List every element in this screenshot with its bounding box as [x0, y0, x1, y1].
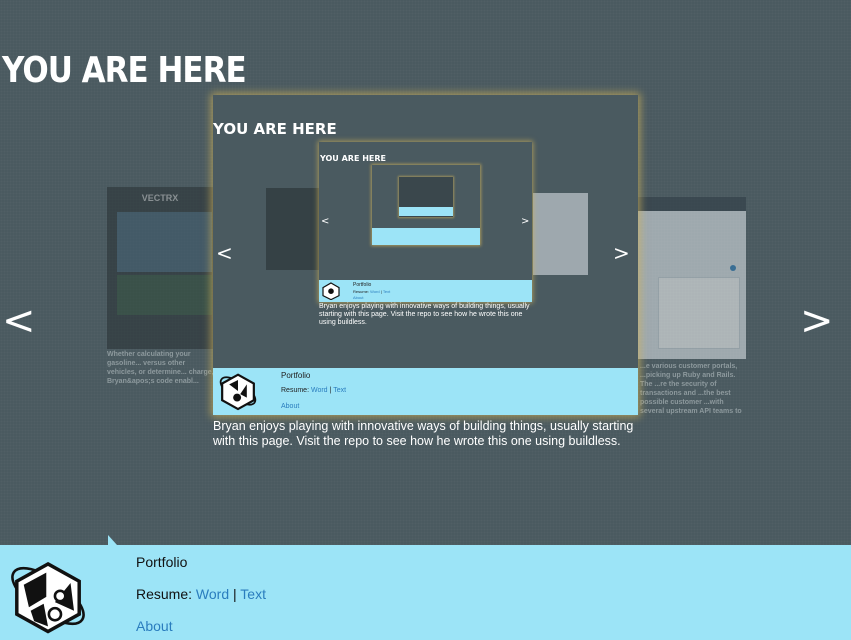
carousel-next-button[interactable]: > — [800, 298, 834, 344]
slide-resume-text-link[interactable]: Text — [333, 387, 346, 394]
nested-portfolio-label: Portfolio — [353, 282, 372, 288]
nested-prev-arrow: < — [321, 216, 330, 227]
slide-resume-word-link[interactable]: Word — [311, 387, 328, 394]
nested-next-arrow: > — [613, 241, 630, 265]
footer-resume-line: Resume: Word | Text — [136, 586, 266, 602]
vectrx-logo: VECTRX — [141, 193, 179, 203]
footer-portfolio-label: Portfolio — [136, 554, 188, 570]
nested-description: Bryan enjoys playing with innovative way… — [319, 303, 530, 326]
nested-next-arrow: > — [521, 216, 530, 227]
nested-title: YOU ARE HERE — [320, 154, 386, 163]
nested-footer: Portfolio Resume: Word | Text About — [319, 280, 532, 302]
nested-slide-level-2 — [372, 165, 480, 245]
nested-resume-line: Resume: Word | Text — [353, 289, 391, 294]
nested-prev-arrow: < — [216, 241, 233, 265]
slide-portfolio-label: Portfolio — [281, 371, 311, 380]
nested-prev-thumbnail — [266, 188, 321, 270]
slide-resume-line: Resume: Word | Text — [281, 387, 347, 394]
slide-topbar — [638, 197, 746, 211]
page-footer: Portfolio Resume: Word | Text About — [0, 535, 851, 640]
next-slide-caption: ...e various customer portals, ...pickin… — [640, 363, 742, 415]
nested-footer-strip — [372, 228, 480, 245]
slide-footer: Portfolio Resume: Word | Text About — [213, 368, 638, 415]
portfolio-logo-icon — [322, 282, 340, 300]
slide-about-link[interactable]: About — [281, 403, 299, 410]
portfolio-logo-icon[interactable] — [4, 557, 92, 635]
carousel-prev-button[interactable]: < — [2, 298, 36, 344]
resume-label: Resume: — [136, 586, 193, 602]
current-slide[interactable]: YOU ARE HERE < > YOU ARE HERE < > Portfo… — [213, 95, 638, 415]
page-title: YOU ARE HERE — [2, 50, 247, 92]
nested-about-link: About — [353, 295, 364, 300]
resume-word-link[interactable]: Word — [196, 586, 229, 602]
slide-photo — [117, 212, 212, 272]
portfolio-logo-icon — [219, 373, 257, 411]
slide-title: YOU ARE HERE — [213, 120, 337, 138]
slide-dot — [730, 265, 736, 271]
slide-panel — [658, 277, 740, 349]
nested-next-thumbnail — [533, 193, 588, 275]
previous-slide-thumbnail[interactable]: VECTRX — [107, 187, 215, 349]
nested-slide: YOU ARE HERE < > Portfolio Resume: Word … — [319, 142, 532, 326]
resume-separator: | — [233, 586, 237, 602]
resume-text-link[interactable]: Text — [240, 586, 266, 602]
next-slide-thumbnail[interactable] — [638, 197, 746, 359]
about-link[interactable]: About — [136, 618, 173, 634]
current-slide-description: Bryan enjoys playing with innovative way… — [213, 419, 634, 448]
speech-notch — [108, 535, 126, 555]
slide-panel — [117, 275, 212, 315]
nested-footer-strip — [399, 207, 453, 216]
previous-slide-caption: Whether calculating your gasoline... ver… — [107, 351, 214, 385]
nested-slide-level-3 — [399, 177, 453, 217]
